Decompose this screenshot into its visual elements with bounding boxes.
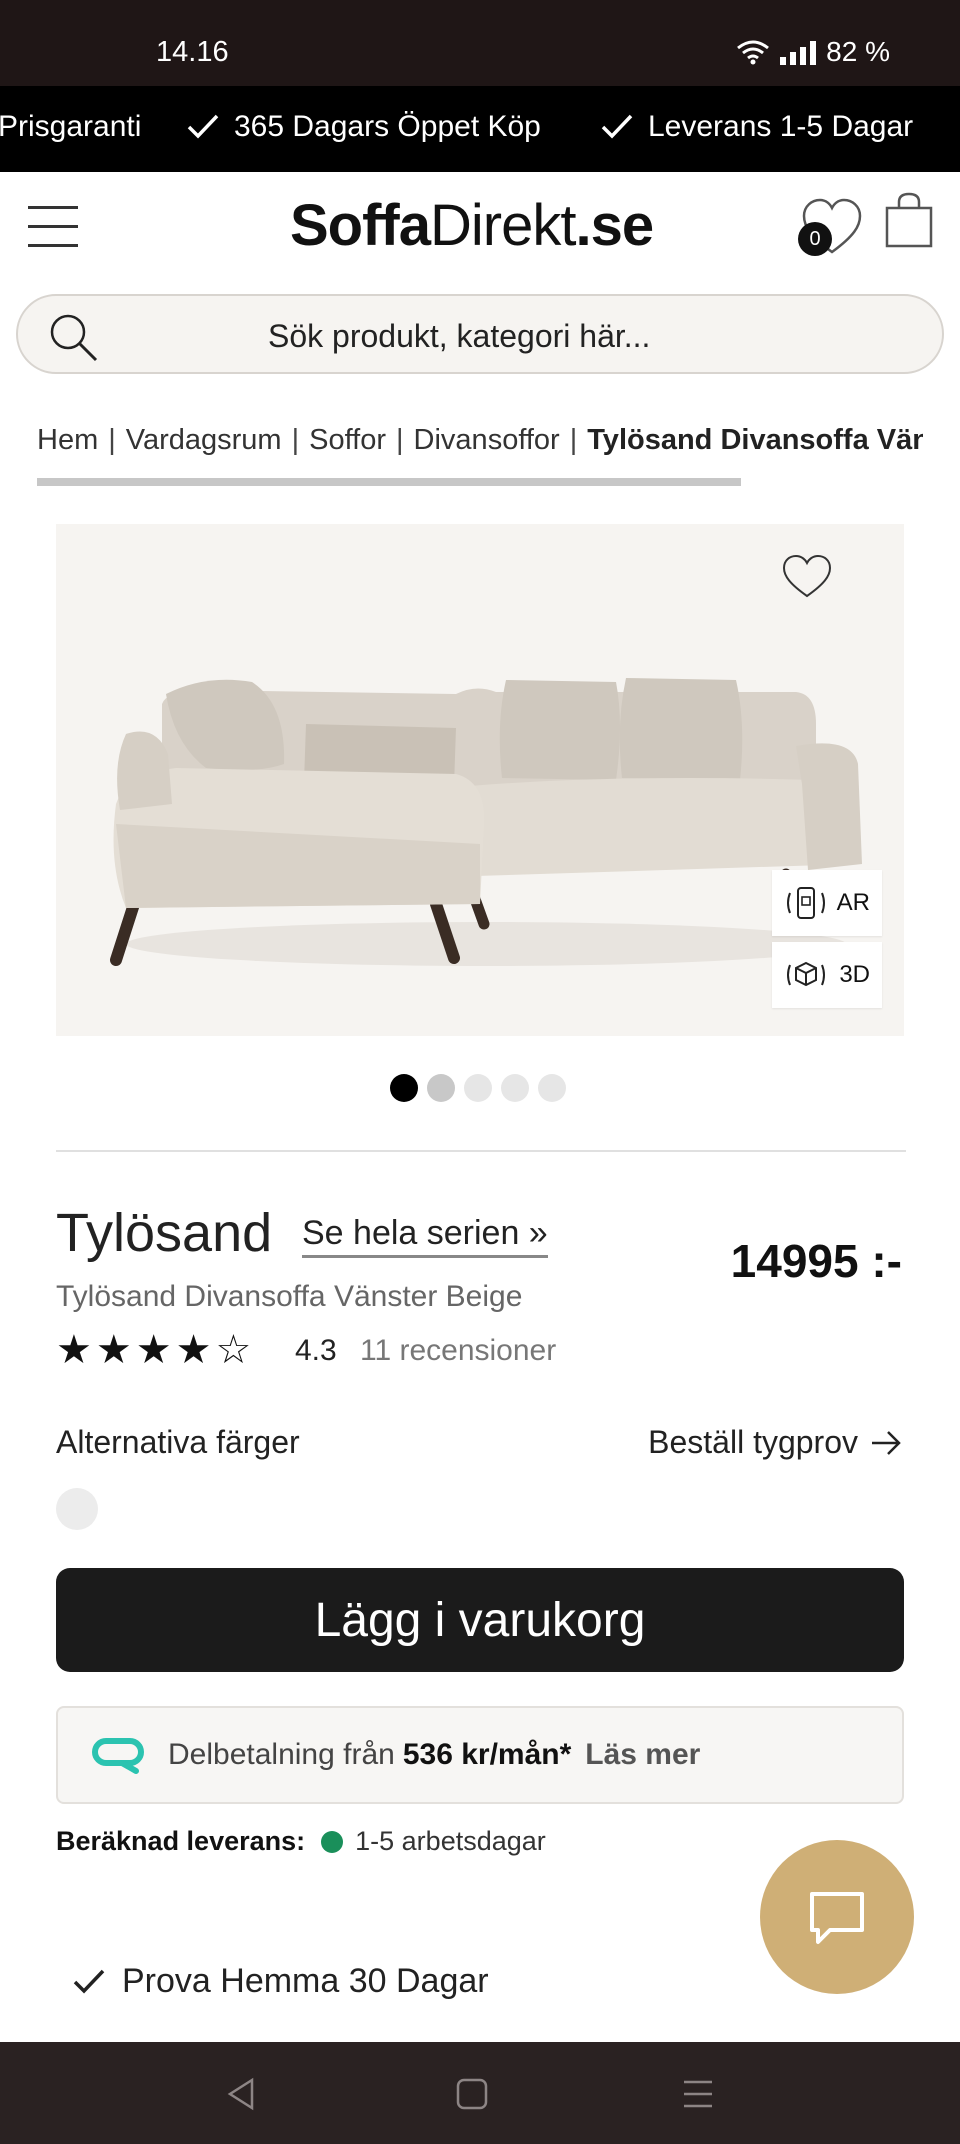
chat-button[interactable] [760,1840,914,1994]
star-full-icon: ★ [135,1328,172,1372]
fabric-sample-label: Beställ tygprov [648,1424,858,1460]
breadcrumb-link[interactable]: Vardagsrum [126,424,282,456]
menu-icon[interactable] [28,204,78,248]
status-time: 14.16 [156,36,229,68]
delivery-estimate: Beräknad leverans: 1-5 arbetsdagar [56,1826,546,1857]
recents-icon[interactable] [678,2074,718,2114]
financing-logo-icon [92,1738,144,1774]
gallery-dot[interactable] [427,1074,455,1102]
star-full-icon: ★ [175,1328,212,1372]
site-logo[interactable]: SoffaDirekt.se [290,192,654,259]
cart-bag-icon[interactable] [884,192,934,248]
promo-item: Leverans 1-5 Dagar [600,110,913,144]
product-price: 14995 :- [730,1235,902,1287]
site-header: SoffaDirekt.se 0 [0,172,960,292]
check-icon [73,1969,105,1994]
breadcrumb-link[interactable]: Soffor [309,424,386,456]
gallery-dot[interactable] [464,1074,492,1102]
check-icon [187,114,219,139]
usp-try-home: Prova Hemma 30 Dagar [72,1962,489,2001]
favorite-icon[interactable] [782,554,832,600]
ar-phone-icon [787,887,825,919]
3d-view-button[interactable]: 3D [772,942,882,1008]
back-icon[interactable] [222,2074,262,2114]
status-dot [321,1830,344,1853]
delivery-label: Beräknad leverans: [56,1826,306,1856]
star-full-icon: ★ [56,1328,92,1372]
product-title: Tylösand [56,1203,273,1263]
status-icons: 82 % [736,36,890,68]
divider [56,1150,906,1152]
financing-amount: 536 kr/mån* [402,1738,572,1771]
3d-cube-icon [787,961,825,987]
status-bar: 14.16 82 % [0,0,960,86]
financing-prefix: Delbetalning från [168,1738,395,1771]
wishlist-count-badge: 0 [798,222,832,256]
delivery-value: 1-5 arbetsdagar [355,1826,546,1856]
gallery-dot[interactable] [501,1074,529,1102]
product-gallery[interactable]: AR 3D [56,524,904,1036]
fabric-sample-link[interactable]: Beställ tygprov [648,1424,902,1461]
star-empty-icon: ☆ [215,1328,252,1372]
breadcrumb-scrollbar[interactable] [37,478,741,486]
promo-bar: Prisgaranti 365 Dagars Öppet Köp Leveran… [0,86,960,172]
arrow-right-icon [872,1430,901,1455]
financing-read-more[interactable]: Läs mer [585,1738,700,1772]
alt-colors-label: Alternativa färger [56,1424,300,1460]
search-placeholder: Sök produkt, kategori här... [268,318,651,354]
signal-icon [780,39,817,65]
series-link[interactable]: Se hela serien » [302,1214,548,1258]
battery-level: 82 % [826,36,890,67]
financing-banner[interactable]: Delbetalning från 536 kr/mån* Läs mer [56,1706,904,1804]
rating-stars: ★ ★ ★ ★ ☆ [56,1326,251,1374]
reviews-link[interactable]: 11 recensioner [360,1334,556,1368]
gallery-pagination [390,1074,566,1102]
breadcrumb-link[interactable]: Divansoffor [414,424,560,456]
promo-item: Prisgaranti [0,110,142,143]
color-swatch[interactable] [56,1488,98,1530]
gallery-dot[interactable] [390,1074,418,1102]
rating-value: 4.3 [295,1334,337,1367]
breadcrumb: Hem | Vardagsrum | Soffor | Divansoffor | Tylösa… [37,424,923,457]
chat-icon [810,1892,864,1944]
search-input[interactable]: Sök produkt, kategori här... [16,294,944,374]
breadcrumb-link[interactable]: Hem [37,424,98,456]
home-icon[interactable] [452,2074,492,2114]
gallery-dot[interactable] [538,1074,566,1102]
check-icon [601,114,633,139]
wifi-icon [737,40,770,65]
search-icon [50,314,98,362]
ar-button[interactable]: AR [772,870,882,936]
3d-label: 3D [839,961,870,988]
ar-label: AR [836,889,870,916]
star-full-icon: ★ [95,1328,132,1372]
system-nav-bar [0,2042,960,2144]
breadcrumb-current: Tylösand Divansoffa Vänster Beige [587,424,923,456]
promo-item: 365 Dagars Öppet Köp [186,110,541,144]
add-to-cart-button[interactable]: Lägg i varukorg [56,1568,904,1672]
product-subtitle: Tylösand Divansoffa Vänster Beige [56,1280,523,1313]
